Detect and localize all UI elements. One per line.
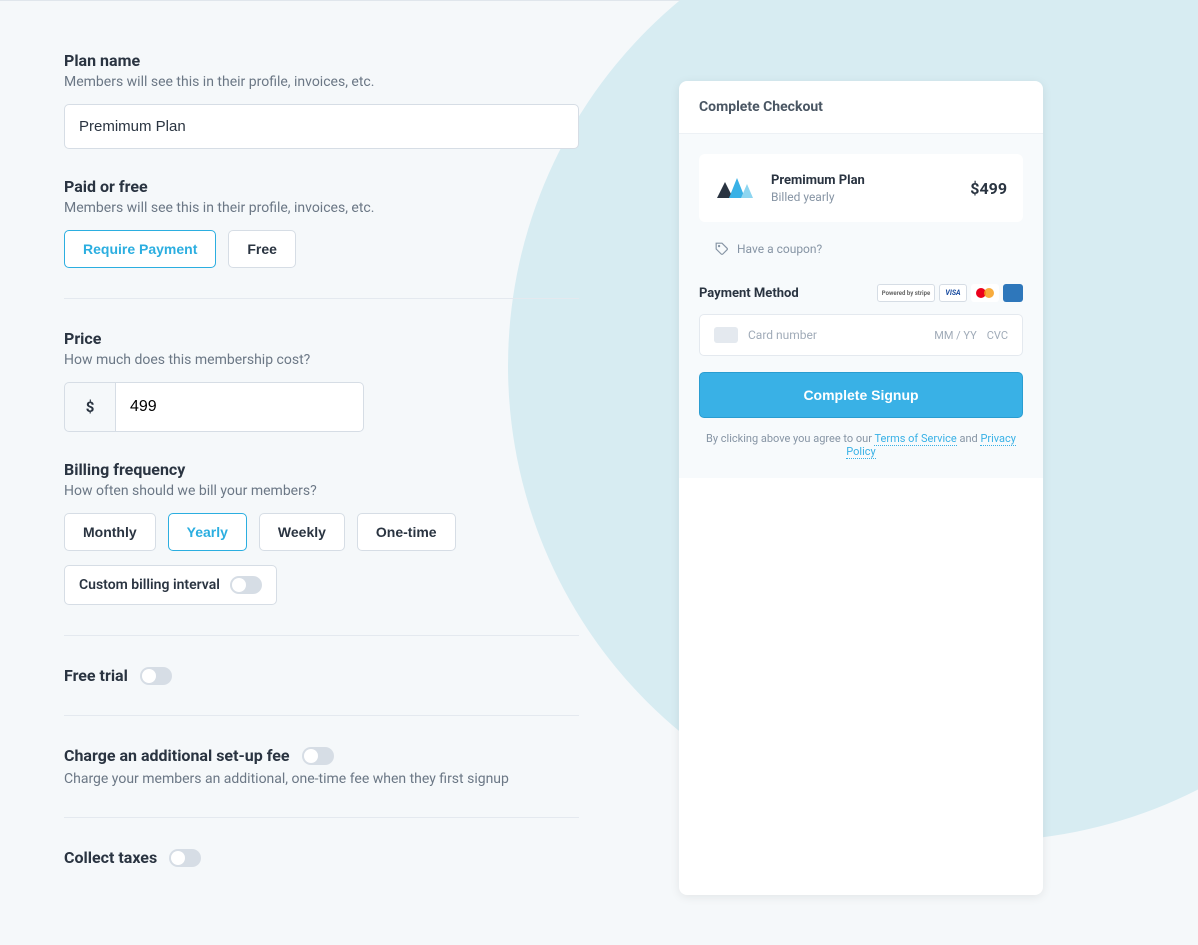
preview-plan-name: Premimum Plan [771,173,958,188]
frequency-onetime-button[interactable]: One-time [357,513,456,551]
preview-header: Complete Checkout [679,81,1043,134]
tag-icon [715,242,729,256]
collect-taxes-label: Collect taxes [64,848,157,867]
currency-symbol: $ [64,382,116,432]
price-label: Price [64,329,579,348]
collect-taxes-toggle[interactable] [169,849,201,867]
card-icon [714,327,738,343]
payment-method-label: Payment Method [699,286,799,301]
custom-interval-button[interactable]: Custom billing interval [64,565,277,605]
price-help: How much does this membership cost? [64,352,579,368]
mastercard-icon [971,284,999,302]
brand-logo [715,170,759,206]
require-payment-button[interactable]: Require Payment [64,230,216,268]
card-expiry-placeholder: MM / YY [934,329,977,342]
custom-interval-label: Custom billing interval [79,577,220,593]
visa-icon: VISA [939,284,967,302]
coupon-link[interactable]: Have a coupon? [699,242,1023,256]
stripe-badge: Powered by stripe [877,284,935,302]
billing-frequency-section: Billing frequency How often should we bi… [64,460,579,605]
free-button[interactable]: Free [228,230,296,268]
setup-fee-toggle[interactable] [302,747,334,765]
plan-name-help: Members will see this in their profile, … [64,74,579,90]
plan-form: Plan name Members will see this in their… [64,51,579,895]
amex-icon [1003,284,1023,302]
price-input[interactable] [116,382,364,432]
free-trial-section: Free trial [64,666,579,685]
billing-frequency-label: Billing frequency [64,460,579,479]
terms-link[interactable]: Terms of Service [874,432,956,446]
custom-interval-toggle[interactable] [230,576,262,594]
card-input[interactable]: Card number MM / YY CVC [699,314,1023,356]
card-cvc-placeholder: CVC [987,329,1008,342]
paid-free-help: Members will see this in their profile, … [64,200,579,216]
plan-summary-card: Premimum Plan Billed yearly $499 [699,154,1023,222]
free-trial-label: Free trial [64,666,128,685]
setup-fee-help: Charge your members an additional, one-t… [64,771,579,787]
setup-fee-section: Charge an additional set-up fee Charge y… [64,746,579,787]
free-trial-toggle[interactable] [140,667,172,685]
divider [64,817,579,818]
checkout-preview: Complete Checkout Premimum Plan Billed y… [679,81,1043,895]
frequency-yearly-button[interactable]: Yearly [168,513,247,551]
divider [64,715,579,716]
preview-price: $499 [970,179,1007,198]
price-section: Price How much does this membership cost… [64,329,579,432]
setup-fee-label: Charge an additional set-up fee [64,746,290,765]
divider [64,298,579,299]
plan-name-input[interactable] [64,104,579,149]
preview-title: Complete Checkout [699,99,1023,115]
paid-free-section: Paid or free Members will see this in th… [64,177,579,268]
collect-taxes-section: Collect taxes [64,848,579,867]
frequency-weekly-button[interactable]: Weekly [259,513,345,551]
plan-name-section: Plan name Members will see this in their… [64,51,579,149]
preview-billed: Billed yearly [771,190,958,204]
terms-text: By clicking above you agree to our Terms… [699,432,1023,458]
frequency-monthly-button[interactable]: Monthly [64,513,156,551]
billing-frequency-help: How often should we bill your members? [64,483,579,499]
divider [64,635,579,636]
card-logos: Powered by stripe VISA [877,284,1023,302]
plan-name-label: Plan name [64,51,579,70]
card-number-placeholder: Card number [748,328,924,342]
paid-free-label: Paid or free [64,177,579,196]
coupon-text: Have a coupon? [737,242,822,256]
complete-signup-button[interactable]: Complete Signup [699,372,1023,418]
